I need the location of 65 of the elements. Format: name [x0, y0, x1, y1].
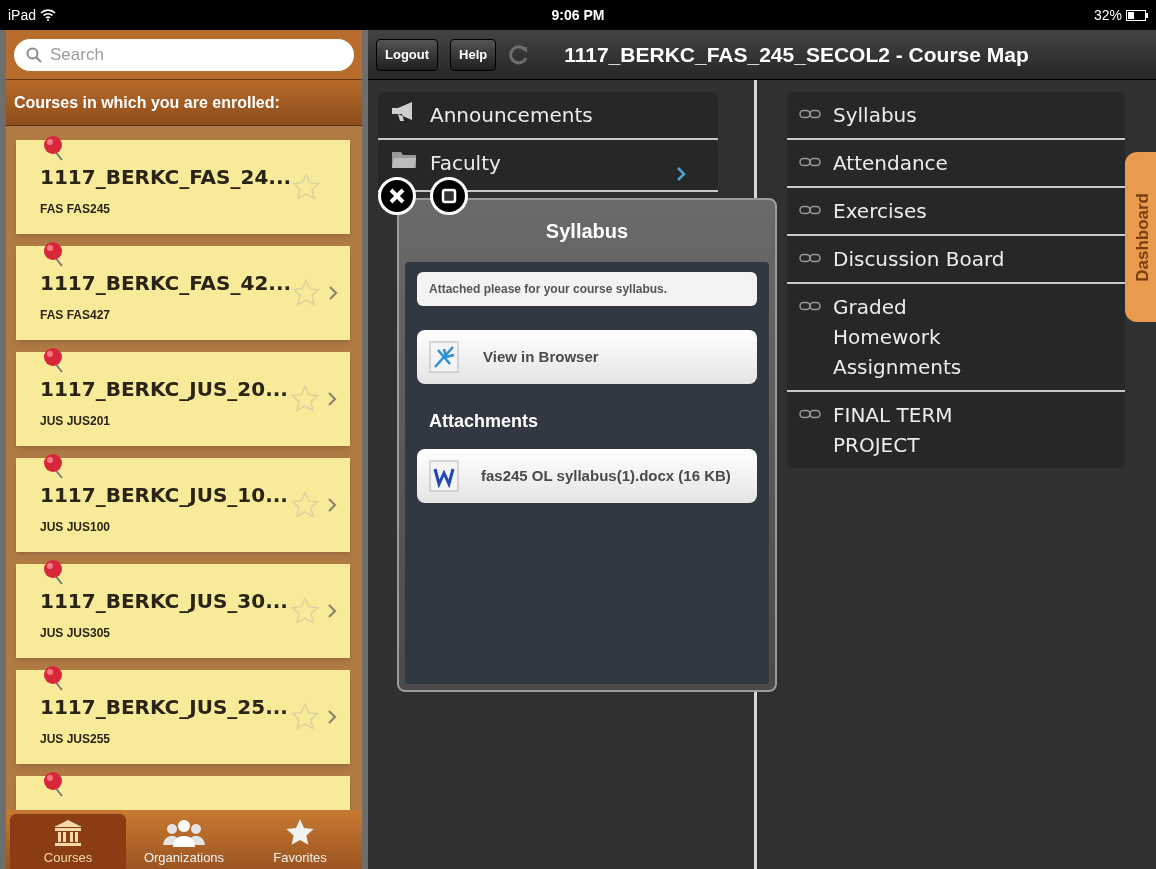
course-title: 1117_BERKC_JUS_10...	[40, 482, 289, 509]
link-icon	[799, 157, 821, 167]
course-map-item[interactable]: Announcements	[378, 92, 718, 140]
section-heading: Attachments	[429, 410, 540, 433]
star-icon[interactable]	[291, 278, 322, 308]
course-title: 1117_BERKC_JUS_20...	[40, 376, 289, 403]
course-code: FAS FAS427	[40, 307, 112, 324]
course-code: JUS JUS305	[40, 625, 112, 642]
link-icon	[799, 301, 821, 311]
course-title: 1117_BERKC_JUS_25...	[40, 694, 289, 721]
star-icon[interactable]	[290, 596, 320, 626]
course-code: FAS FAS245	[40, 201, 112, 218]
message-text: Attached please for your course syllabus.	[429, 281, 668, 298]
tab[interactable]: Favorites	[242, 814, 358, 869]
course-title: 1117_BERKC_JUS_30...	[40, 588, 289, 615]
tab[interactable]: Courses	[10, 814, 126, 869]
course-map-item[interactable]: FINAL TERM PROJECT	[787, 392, 1125, 468]
item-label: Announcements	[430, 102, 594, 129]
item-label: Syllabus	[833, 102, 918, 129]
course-title: 1117_BERKC_FAS_24...	[40, 164, 292, 191]
device-name: iPad	[8, 5, 37, 25]
compass-icon	[429, 341, 459, 373]
attachment-button[interactable]: fas245 OL syllabus(1).docx (16 KB)	[417, 449, 757, 503]
document-icon	[429, 460, 459, 492]
search-field[interactable]: Search	[14, 38, 354, 71]
square-icon	[441, 188, 457, 204]
tab-label: Dashboard	[1132, 192, 1154, 282]
wifi-icon	[40, 9, 57, 21]
link-icon	[799, 253, 821, 263]
course-map-item[interactable]: Syllabus	[787, 92, 1125, 140]
star-icon[interactable]	[290, 702, 320, 732]
clock: 9:06 PM	[551, 5, 605, 25]
item-label: Graded Homework Assignments	[833, 294, 963, 381]
battery-icon	[1126, 9, 1148, 21]
battery-percent: 32%	[1094, 5, 1122, 25]
item-label: Attendance	[833, 150, 949, 177]
action-button[interactable]: View in Browser	[417, 330, 757, 384]
course-title: 1117_BERKC_FAS_42...	[40, 270, 292, 297]
item-label: Discussion Board	[833, 246, 1006, 273]
link-icon	[799, 409, 821, 419]
side-tab[interactable]: Dashboard	[1125, 152, 1156, 322]
link-icon	[799, 109, 821, 119]
star-icon[interactable]	[291, 172, 322, 202]
star-icon[interactable]	[290, 490, 320, 520]
close-icon	[388, 187, 406, 205]
search-icon	[26, 46, 42, 63]
page-title: 1117_BERKC_FAS_245_SECOL2 - Course Map	[564, 41, 1029, 68]
link-icon	[799, 205, 821, 215]
course-map-item[interactable]: Graded Homework Assignments	[787, 284, 1125, 392]
toolbar-button[interactable]: Help	[450, 38, 497, 71]
course-map-item[interactable]: Faculty	[378, 140, 718, 192]
course-code: JUS JUS100	[40, 519, 112, 536]
course-code: JUS JUS201	[40, 413, 112, 430]
people-icon	[160, 817, 208, 848]
tab[interactable]: Organizations	[126, 814, 242, 869]
section-header: Courses in which you are enrolled:	[14, 92, 280, 113]
item-label: Faculty	[430, 150, 502, 177]
course-map-item[interactable]: Attendance	[787, 140, 1125, 188]
toolbar-button[interactable]: Logout	[376, 38, 439, 71]
item-label: Exercises	[833, 198, 928, 225]
star-icon[interactable]	[290, 384, 320, 414]
popup-title: Syllabus	[545, 219, 629, 244]
building-icon	[52, 817, 84, 848]
course-code: JUS JUS255	[40, 731, 112, 748]
item-label: FINAL TERM PROJECT	[833, 402, 954, 459]
